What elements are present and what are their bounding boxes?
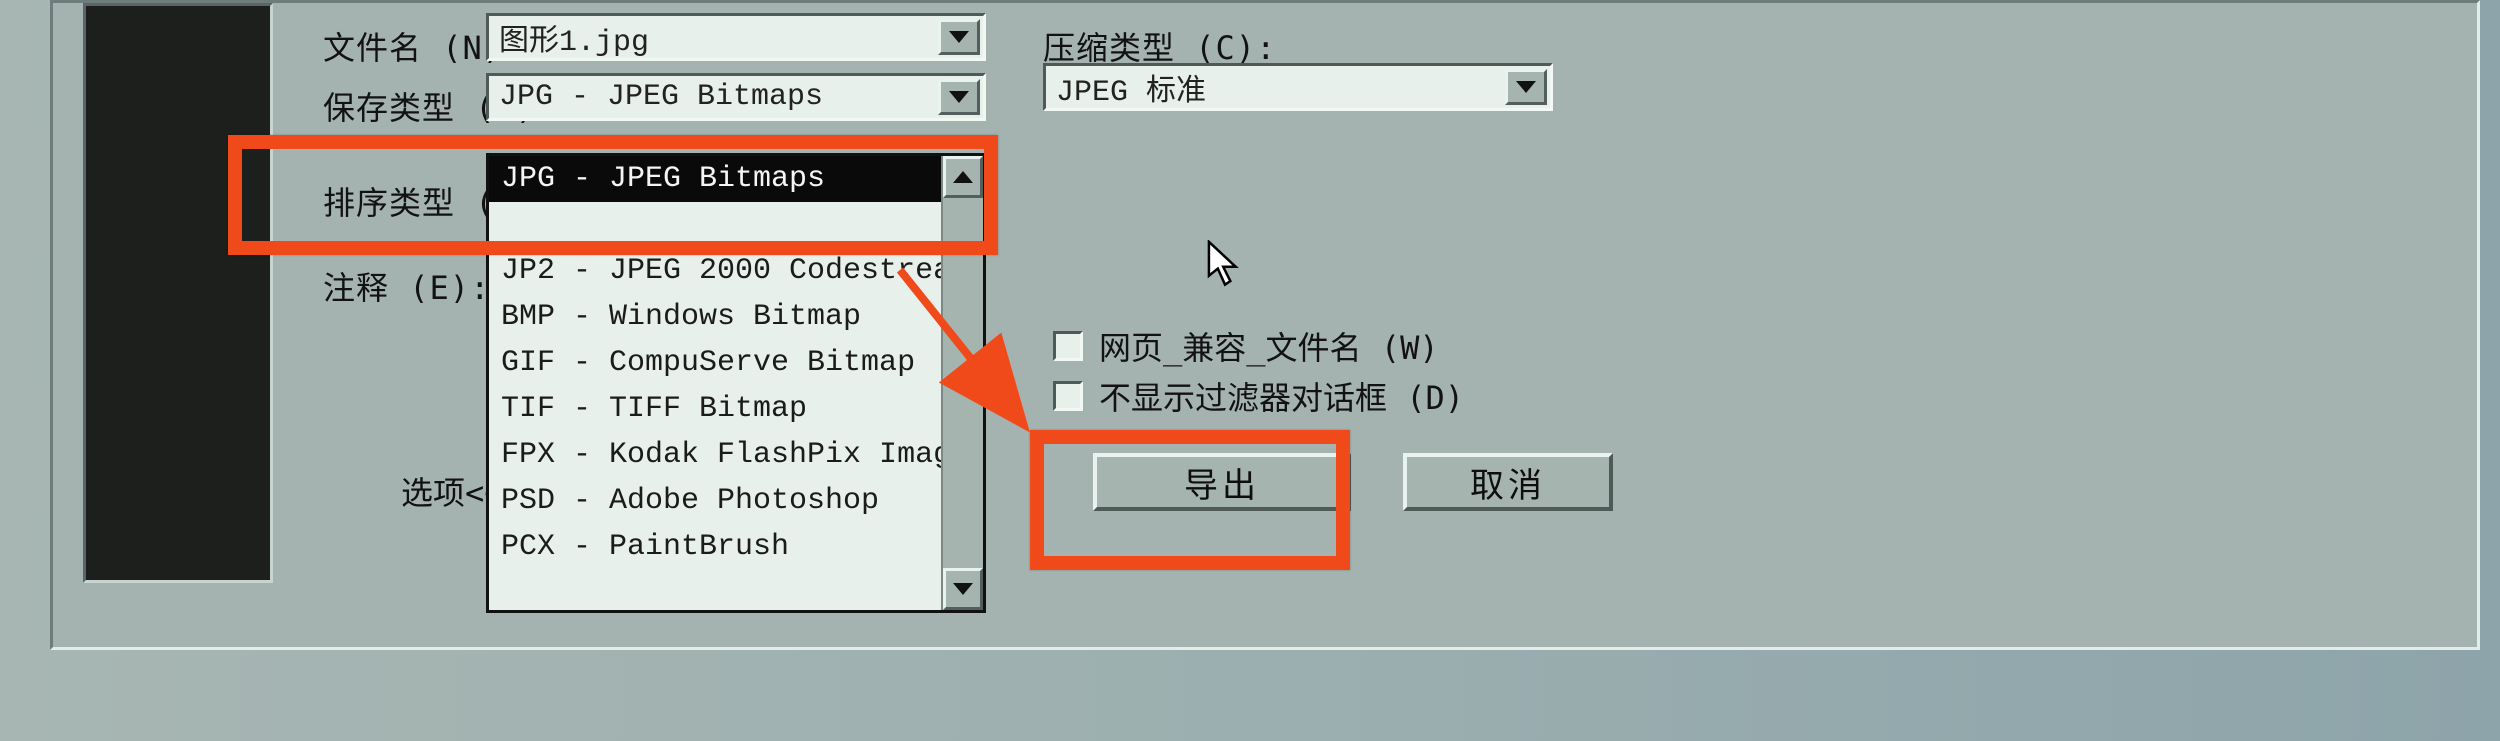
checkbox-web-compat[interactable]: 网页_兼容_文件名 (W) [1053, 323, 1439, 369]
chevron-down-icon [949, 31, 969, 43]
checkbox-no-filter-label: 不显示过滤器对话框 (D) [1099, 373, 1464, 419]
cancel-button-label: 取消 [1470, 458, 1546, 507]
save-type-value: JPG - JPEG Bitmaps [499, 80, 823, 114]
list-scrollbar[interactable] [941, 156, 983, 610]
filename-value: 图形1.jpg [499, 15, 649, 60]
checkbox-box-icon [1053, 331, 1083, 361]
export-dialog: 文件名 (N): 保存类型 (T): 排序类型 (R): 注释 (E): 图形1… [50, 0, 2480, 650]
file-type-option[interactable]: PCX - PaintBrush [489, 524, 983, 570]
file-type-option[interactable]: PSD - Adobe Photoshop [489, 478, 983, 524]
scroll-down-button[interactable] [943, 568, 983, 610]
file-type-option[interactable]: JP2 - JPEG 2000 Codestream [489, 248, 983, 294]
filename-input[interactable]: 图形1.jpg [486, 13, 986, 61]
export-button-label: 导出 [1184, 458, 1260, 507]
compression-type-combo[interactable]: JPEG 标准 [1043, 63, 1553, 111]
label-notes: 注释 (E): [323, 263, 490, 309]
chevron-down-icon [1516, 81, 1536, 93]
filename-dropdown-button[interactable] [938, 19, 980, 55]
scroll-up-button[interactable] [943, 156, 983, 198]
chevron-down-icon [949, 91, 969, 103]
file-type-option[interactable]: JPG - JPEG Bitmaps [489, 156, 983, 202]
chevron-down-icon [953, 583, 973, 595]
file-type-option[interactable]: FPX - Kodak FlashPix Image [489, 432, 983, 478]
file-type-option[interactable]: BMP - Windows Bitmap [489, 294, 983, 340]
cancel-button[interactable]: 取消 [1403, 453, 1613, 511]
file-type-dropdown-list[interactable]: JPG - JPEG Bitmaps JP2 - JPEG 2000 Codes… [486, 153, 986, 613]
save-type-combo[interactable]: JPG - JPEG Bitmaps [486, 73, 986, 121]
checkbox-box-icon [1053, 381, 1083, 411]
compression-dropdown-button[interactable] [1505, 69, 1547, 105]
save-type-dropdown-button[interactable] [938, 79, 980, 115]
compression-value: JPEG 标准 [1056, 65, 1206, 110]
chevron-up-icon [953, 171, 973, 183]
file-type-option[interactable]: TIF - TIFF Bitmap [489, 386, 983, 432]
checkbox-web-compat-label: 网页_兼容_文件名 (W) [1099, 323, 1439, 369]
file-type-option[interactable] [489, 202, 983, 248]
checkbox-no-filter[interactable]: 不显示过滤器对话框 (D) [1053, 373, 1464, 419]
preview-area [83, 3, 273, 583]
file-type-option[interactable]: GIF - CompuServe Bitmap [489, 340, 983, 386]
export-button[interactable]: 导出 [1093, 453, 1351, 511]
